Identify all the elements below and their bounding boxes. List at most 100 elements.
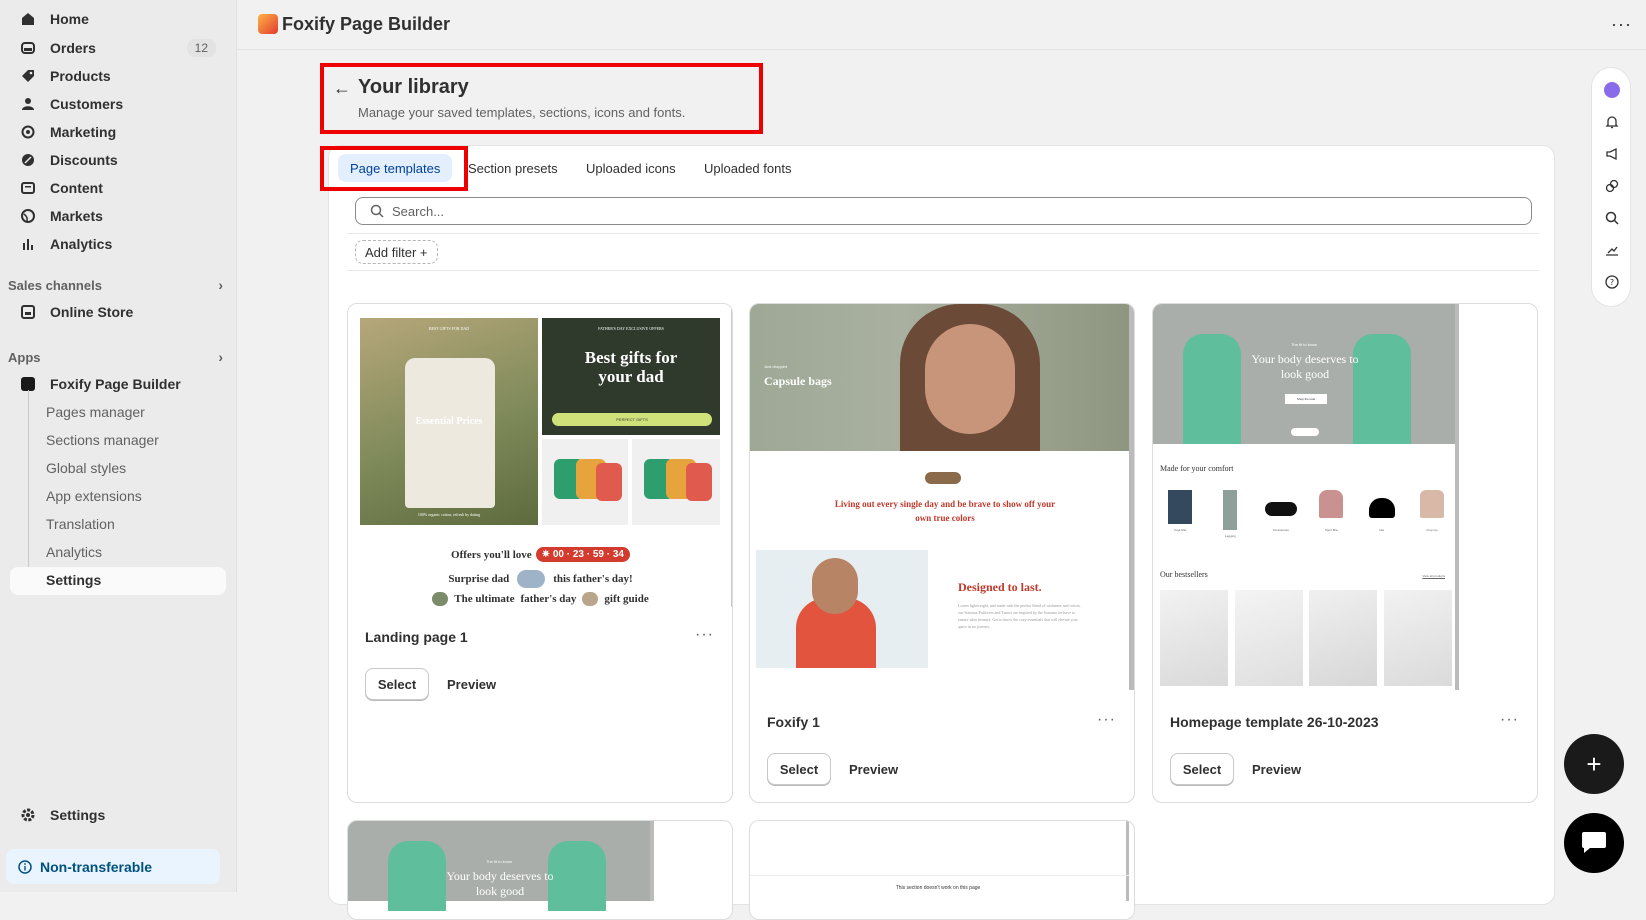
nav-marketing[interactable]: Marketing bbox=[10, 119, 226, 145]
product-image bbox=[1160, 590, 1228, 686]
thumb-line-text: this father's day! bbox=[553, 573, 633, 585]
home-icon bbox=[18, 9, 38, 29]
search-icon[interactable] bbox=[1602, 208, 1622, 228]
category-image bbox=[1264, 502, 1297, 516]
thumb-caption: 100% organic cotton, refresh by dating bbox=[417, 512, 481, 517]
nav-markets[interactable]: Markets bbox=[10, 203, 226, 229]
nav-markets-label: Markets bbox=[50, 208, 103, 224]
bell-icon[interactable] bbox=[1602, 112, 1622, 132]
tab-uploaded-fonts[interactable]: Uploaded fonts bbox=[692, 154, 803, 182]
nav-home-label: Home bbox=[50, 11, 89, 27]
thumb-avatar bbox=[517, 570, 546, 588]
preview-button[interactable]: Preview bbox=[1252, 762, 1301, 777]
tab-page-templates[interactable]: Page templates bbox=[338, 154, 453, 182]
category-item: Hat bbox=[1362, 490, 1402, 538]
thumb-avatar bbox=[432, 592, 449, 606]
card-thumbnail: BEST GIFTS FOR DAD Essential Prices 100%… bbox=[348, 304, 732, 607]
growth-chart-icon[interactable] bbox=[1602, 240, 1622, 260]
product-image bbox=[1234, 590, 1303, 686]
globe-icon bbox=[18, 206, 38, 226]
product-image bbox=[1383, 590, 1452, 686]
non-transferable-banner[interactable]: Non-transferable bbox=[6, 849, 220, 884]
template-card[interactable]: The fit to know Your body deserves to lo… bbox=[1152, 303, 1538, 803]
model-shape bbox=[1183, 334, 1241, 444]
inbox-icon bbox=[18, 38, 38, 58]
add-fab-button[interactable]: + bbox=[1564, 734, 1624, 794]
preview-button[interactable]: Preview bbox=[447, 677, 496, 692]
nav-orders-label: Orders bbox=[50, 40, 96, 56]
help-icon[interactable]: ? bbox=[1602, 272, 1622, 292]
portrait-shape bbox=[812, 558, 858, 614]
sub-translation[interactable]: Translation bbox=[46, 511, 115, 537]
person-icon bbox=[18, 94, 38, 114]
thumb-hero-image: The fit to know Your body deserves to lo… bbox=[1153, 304, 1455, 444]
nav-analytics-label: Analytics bbox=[50, 236, 113, 252]
nav-home[interactable]: Home bbox=[10, 6, 226, 32]
nav-settings[interactable]: Settings bbox=[10, 802, 226, 828]
sub-settings[interactable]: Settings bbox=[46, 567, 101, 593]
sub-sections-manager[interactable]: Sections manager bbox=[46, 427, 159, 453]
thumb-portrait bbox=[756, 550, 928, 668]
nav-discounts[interactable]: Discounts bbox=[10, 147, 226, 173]
megaphone-icon[interactable] bbox=[1602, 144, 1622, 164]
apps-icon[interactable] bbox=[1602, 176, 1622, 196]
thumb-button: PERFECT GIFTS bbox=[552, 413, 712, 426]
avatar-icon[interactable] bbox=[1602, 80, 1622, 100]
search-placeholder: Search... bbox=[392, 203, 445, 219]
apps-section[interactable]: Apps › bbox=[8, 349, 223, 365]
template-card[interactable]: Just dropped Capsule bags Living out eve… bbox=[749, 303, 1135, 803]
apps-label: Apps bbox=[8, 349, 41, 365]
nav-customers[interactable]: Customers bbox=[10, 91, 226, 117]
nav-online-store[interactable]: Online Store bbox=[10, 299, 226, 325]
card-thumbnail: The fit to know Your body deserves to lo… bbox=[348, 821, 654, 911]
select-button[interactable]: Select bbox=[767, 753, 831, 785]
template-card[interactable]: BEST GIFTS FOR DAD Essential Prices 100%… bbox=[347, 303, 733, 803]
sub-global-styles[interactable]: Global styles bbox=[46, 455, 126, 481]
nav-orders[interactable]: Orders 12 bbox=[10, 35, 226, 61]
jacket-shape bbox=[405, 358, 495, 508]
sales-channels-section[interactable]: Sales channels › bbox=[8, 277, 223, 293]
sweater-shape bbox=[596, 463, 622, 501]
more-options-icon[interactable]: ··· bbox=[1611, 14, 1632, 35]
tab-uploaded-icons[interactable]: Uploaded icons bbox=[574, 154, 688, 182]
search-input[interactable]: Search... bbox=[355, 197, 1532, 225]
template-card[interactable]: This section doesn't work on this page bbox=[749, 820, 1135, 920]
nav-content[interactable]: Content bbox=[10, 175, 226, 201]
select-button[interactable]: Select bbox=[365, 668, 429, 700]
sub-analytics[interactable]: Analytics bbox=[46, 539, 102, 565]
chat-bubble-icon bbox=[1580, 831, 1608, 855]
nav-analytics[interactable]: Analytics bbox=[10, 231, 226, 257]
add-filter-button[interactable]: Add filter + bbox=[355, 240, 438, 264]
nav-foxify-app[interactable]: Foxify Page Builder bbox=[10, 371, 226, 397]
preview-button[interactable]: Preview bbox=[849, 762, 898, 777]
thumb-notice: This section doesn't work on this page bbox=[895, 885, 981, 891]
category-label: Sport Bra bbox=[1324, 528, 1338, 532]
select-button[interactable]: Select bbox=[1170, 753, 1234, 785]
sweater-shape bbox=[686, 463, 712, 501]
sales-channels-label: Sales channels bbox=[8, 277, 102, 293]
chat-button[interactable] bbox=[1564, 813, 1624, 873]
category-item: Legging bbox=[1210, 490, 1250, 538]
category-label: Legging bbox=[1225, 534, 1236, 538]
thumb-sweater-tile bbox=[632, 439, 720, 525]
tab-section-presets[interactable]: Section presets bbox=[456, 154, 570, 182]
thumb-line-text: gift guide bbox=[604, 593, 649, 605]
more-horizontal-icon[interactable]: ··· bbox=[1500, 711, 1519, 729]
more-horizontal-icon[interactable]: ··· bbox=[695, 626, 714, 644]
face-shape bbox=[925, 324, 1015, 434]
content-icon bbox=[18, 178, 38, 198]
more-horizontal-icon[interactable]: ··· bbox=[1097, 711, 1116, 729]
thumb-designed: Designed to last. bbox=[958, 580, 1042, 594]
category-image bbox=[1223, 490, 1238, 530]
sub-app-extensions[interactable]: App extensions bbox=[46, 483, 142, 509]
sub-pages-manager[interactable]: Pages manager bbox=[46, 399, 145, 425]
back-arrow-icon[interactable]: ← bbox=[333, 78, 351, 99]
plus-icon: + bbox=[1586, 748, 1602, 779]
thumb-tag: The fit to know bbox=[1290, 342, 1317, 347]
target-icon bbox=[18, 122, 38, 142]
template-card[interactable]: The fit to know Your body deserves to lo… bbox=[347, 820, 733, 920]
store-icon bbox=[18, 302, 38, 322]
thumb-product-row bbox=[1160, 590, 1452, 686]
thumb-button: Shop the look bbox=[1285, 394, 1327, 404]
nav-products[interactable]: Products bbox=[10, 63, 226, 89]
